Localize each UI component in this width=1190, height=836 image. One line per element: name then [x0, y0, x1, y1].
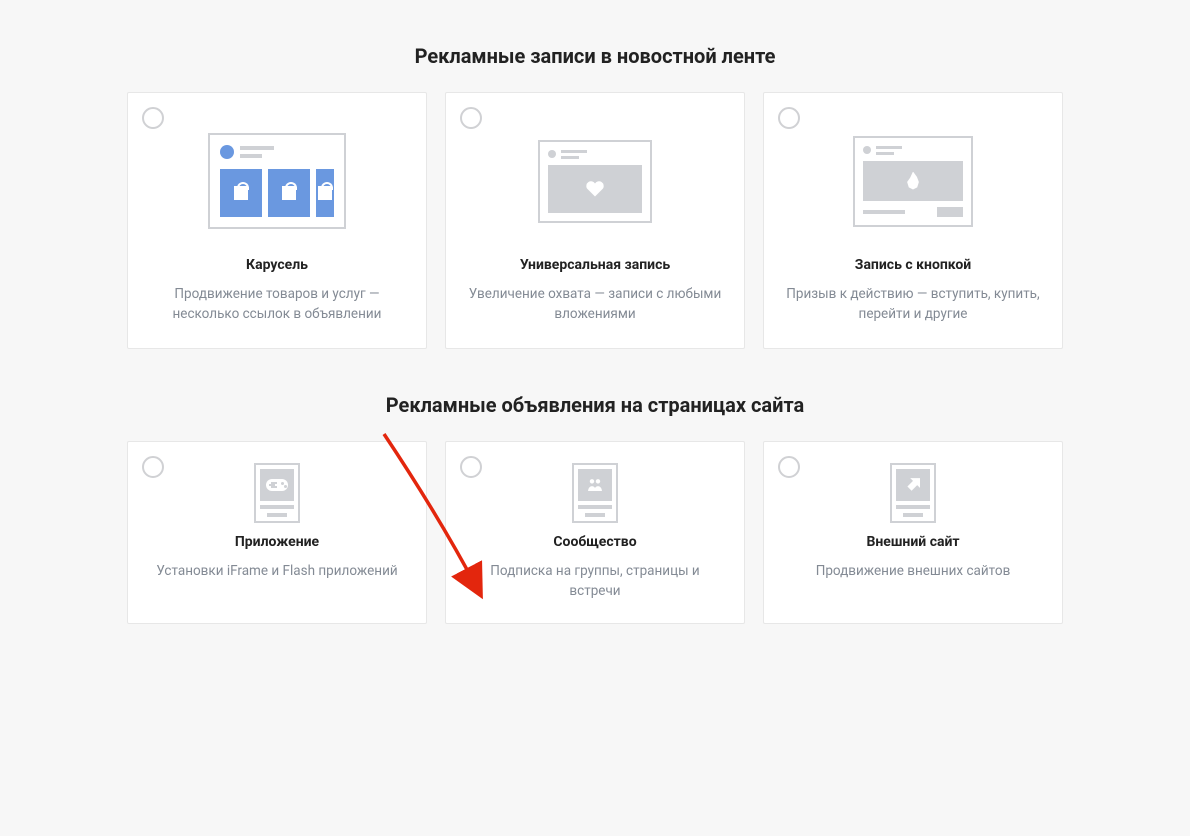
flame-icon: [906, 172, 920, 190]
radio-external-site[interactable]: [778, 456, 800, 478]
card-desc: Подписка на группы, страницы и встречи: [466, 562, 724, 601]
illustration-carousel: [208, 111, 346, 251]
bag-icon: [318, 186, 332, 200]
card-universal-post[interactable]: Универсальная запись Увеличение охвата —…: [445, 92, 745, 349]
section-feed-ads: Рекламные записи в новостной ленте: [115, 44, 1075, 349]
illustration-external-site: [890, 458, 936, 528]
section-site-ads: Рекламные объявления на страницах сайта …: [115, 393, 1075, 624]
bag-icon: [282, 186, 296, 200]
card-desc: Увеличение охвата — записи с любыми влож…: [466, 285, 724, 324]
card-row-site: Приложение Установки iFrame и Flash прил…: [115, 441, 1075, 624]
radio-universal[interactable]: [460, 107, 482, 129]
illustration-application: [254, 458, 300, 528]
radio-community[interactable]: [460, 456, 482, 478]
gamepad-icon: [266, 479, 288, 491]
card-title: Карусель: [246, 257, 308, 273]
bag-icon: [234, 186, 248, 200]
card-external-site[interactable]: Внешний сайт Продвижение внешних сайтов: [763, 441, 1063, 624]
section-title-feed: Рекламные записи в новостной ленте: [115, 44, 1075, 68]
card-application[interactable]: Приложение Установки iFrame и Flash прил…: [127, 441, 427, 624]
illustration-community: [572, 458, 618, 528]
card-title: Запись с кнопкой: [855, 257, 971, 273]
illustration-universal: [538, 111, 652, 251]
card-title: Внешний сайт: [866, 534, 959, 550]
card-button-post[interactable]: Запись с кнопкой Призыв к действию — вст…: [763, 92, 1063, 349]
card-carousel[interactable]: Карусель Продвижение товаров и услуг — н…: [127, 92, 427, 349]
card-row-feed: Карусель Продвижение товаров и услуг — н…: [115, 92, 1075, 349]
section-title-site: Рекламные объявления на страницах сайта: [115, 393, 1075, 417]
card-title: Универсальная запись: [520, 257, 670, 273]
card-community[interactable]: Сообщество Подписка на группы, страницы …: [445, 441, 745, 624]
radio-carousel[interactable]: [142, 107, 164, 129]
avatar-icon: [548, 150, 556, 158]
card-desc: Продвижение внешних сайтов: [816, 562, 1011, 582]
radio-application[interactable]: [142, 456, 164, 478]
radio-button-post[interactable]: [778, 107, 800, 129]
card-desc: Призыв к действию — вступить, купить, пе…: [784, 285, 1042, 324]
card-desc: Продвижение товаров и услуг — несколько …: [148, 285, 406, 324]
avatar-icon: [863, 146, 871, 154]
illustration-button-post: [853, 111, 973, 251]
card-title: Приложение: [235, 534, 319, 550]
avatar-icon: [220, 145, 234, 159]
heart-icon: [586, 181, 604, 197]
card-desc: Установки iFrame и Flash приложений: [156, 562, 397, 582]
external-arrow-icon: [906, 478, 920, 492]
people-icon: [589, 479, 601, 491]
card-title: Сообщество: [553, 534, 636, 550]
